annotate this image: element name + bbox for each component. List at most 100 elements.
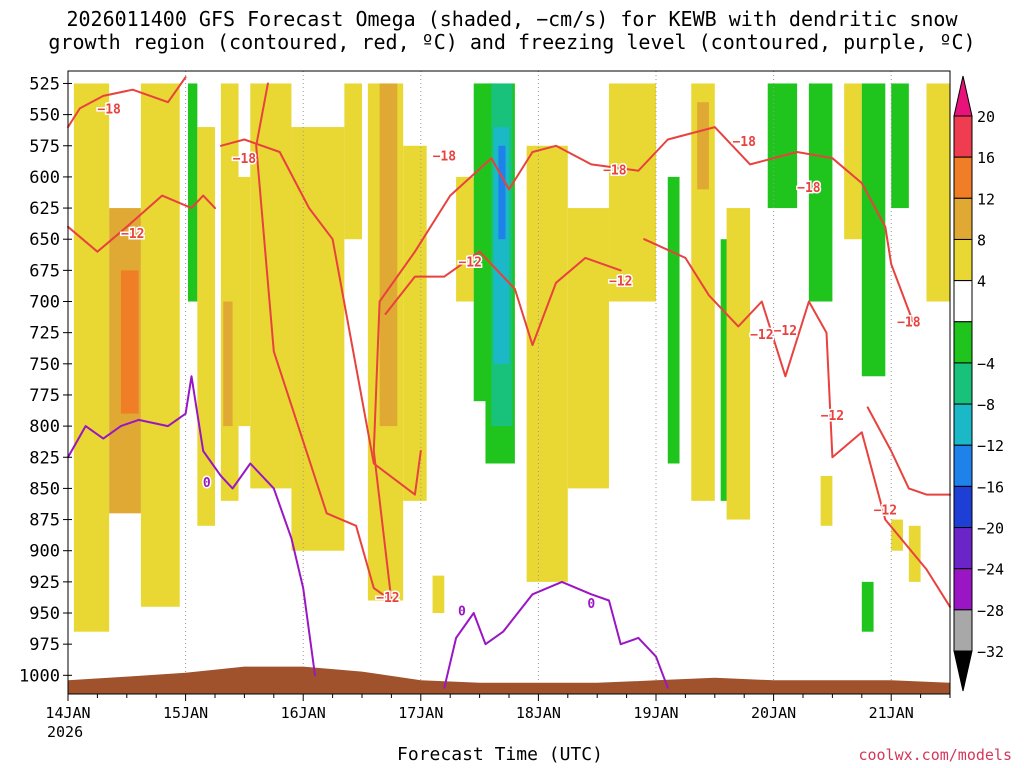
omega-shade-cell (498, 145, 506, 240)
colorbar-label: −20 (977, 520, 1004, 538)
y-tick-label: 975 (29, 635, 60, 655)
dgz-contour-label: −18 (603, 163, 627, 178)
omega-shade-cell (526, 145, 568, 582)
omega-shade-cell (861, 581, 874, 632)
omega-shade-cell (432, 575, 445, 614)
dgz-contour-label: −12 (750, 328, 773, 343)
x-tick-label: 18JAN (516, 704, 561, 722)
colorbar-bottom-arrow (953, 650, 973, 692)
dgz-contour-label: −12 (874, 504, 897, 519)
y-tick-label: 550 (29, 106, 60, 126)
x-tick-label: 16JAN (281, 704, 326, 722)
omega-time-height-chart: −18−18 −18−18−18−18−18−12−12−12−12−12 −12−… (19, 0, 1004, 741)
omega-shade-cell (197, 127, 215, 526)
omega-shade-cell (844, 83, 862, 240)
y-tick-label: 650 (29, 230, 60, 250)
colorbar-top-arrow (953, 75, 973, 117)
y-tick-label: 800 (29, 417, 60, 437)
omega-shade-cell (891, 83, 909, 209)
colorbar-label: −24 (977, 561, 1004, 579)
colorbar-label: −4 (977, 355, 995, 373)
y-tick-label: 900 (29, 542, 60, 562)
colorbar-label: −36 (977, 0, 1004, 4)
omega-shade-cell (120, 270, 139, 414)
colorbar-label: 16 (977, 149, 995, 167)
x-year-label: 2026 (47, 723, 83, 741)
x-tick-label: 15JAN (163, 704, 208, 722)
colorbar-label: −32 (977, 643, 1004, 661)
y-tick-label: 775 (29, 386, 60, 406)
x-tick-label: 21JAN (869, 704, 914, 722)
omega-shade-cell (861, 83, 886, 377)
y-tick-label: 925 (29, 573, 60, 593)
freezing-contour-label: 0 (458, 605, 466, 620)
dgz-contour-label: −18 (897, 315, 921, 330)
omega-shade-cell (820, 475, 833, 526)
colorbar-label: 12 (977, 190, 995, 208)
omega-shade-cell (456, 176, 474, 302)
colorbar-bin (953, 568, 973, 611)
y-tick-label: 625 (29, 199, 60, 219)
colorbar-bin (953, 156, 973, 199)
y-tick-label: 525 (29, 74, 60, 94)
omega-shade-cell (238, 176, 251, 427)
colorbar-bin (953, 609, 973, 652)
y-tick-label: 825 (29, 448, 60, 468)
omega-shade-cell (223, 301, 233, 427)
x-tick-label: 19JAN (633, 704, 678, 722)
colorbar-label: 8 (977, 231, 986, 249)
colorbar: 20 16 12 8 4 −4 −8 −12 −16 −20 −24 −28 −32 −36 (953, 0, 1004, 692)
omega-shade-cell (73, 83, 110, 632)
colorbar-label: −8 (977, 396, 995, 414)
y-tick-label: 875 (29, 511, 60, 531)
y-tick-label: 750 (29, 355, 60, 375)
dgz-contour-label: −12 (376, 591, 399, 606)
colorbar-bin (953, 362, 973, 405)
colorbar-bin (953, 444, 973, 487)
colorbar-bin (953, 280, 973, 323)
y-tick-label: 1000 (19, 666, 60, 686)
colorbar-bin (953, 485, 973, 529)
dgz-contour-label: −18 (797, 181, 821, 196)
x-tick-label: 20JAN (751, 704, 796, 722)
omega-shading-layer (68, 71, 950, 694)
dgz-contour-label: −18 (732, 135, 756, 150)
omega-shade-cell (403, 145, 427, 501)
omega-shade-cell (667, 176, 680, 464)
omega-shade-cell (140, 83, 180, 607)
y-tick-label: 675 (29, 261, 60, 281)
dgz-contour-label: −12 (821, 409, 844, 424)
colorbar-bin (953, 197, 973, 240)
colorbar-bin (953, 321, 973, 364)
colorbar-label: −12 (977, 437, 1004, 455)
omega-shade-cell (767, 83, 798, 209)
y-tick-label: 700 (29, 293, 60, 313)
omega-shade-cell (379, 83, 398, 427)
omega-shade-cell (926, 83, 950, 302)
x-tick-label: 14JAN (45, 704, 90, 722)
dgz-contour-label: −18 (433, 150, 457, 165)
y-tick-label: 600 (29, 168, 60, 188)
omega-shade-cell (567, 208, 609, 489)
omega-shade-cell (726, 208, 751, 520)
colorbar-bin (953, 115, 973, 158)
freezing-contour-label: 0 (587, 597, 595, 612)
x-axis-label: Forecast Time (UTC) (397, 744, 603, 765)
omega-shade-cell (697, 102, 709, 190)
colorbar-label: −16 (977, 478, 1004, 496)
y-tick-label: 575 (29, 137, 60, 157)
colorbar-label: 20 (977, 108, 995, 126)
dgz-contour-label: −12 (121, 227, 144, 242)
colorbar-label: 4 (977, 273, 986, 291)
y-tick-label: 725 (29, 324, 60, 344)
dgz-contour-label: −18 (233, 152, 257, 167)
colorbar-label: −28 (977, 602, 1004, 620)
dgz-contour-label: −12 (609, 274, 632, 289)
dgz-contour-label: −12 (774, 324, 797, 339)
credit-text: coolwx.com/models (858, 746, 1012, 764)
colorbar-bin (953, 238, 973, 282)
colorbar-bin (953, 403, 973, 446)
y-tick-label: 950 (29, 604, 60, 624)
dgz-contour-label: −18 (97, 102, 121, 117)
omega-shade-cell (187, 83, 198, 302)
